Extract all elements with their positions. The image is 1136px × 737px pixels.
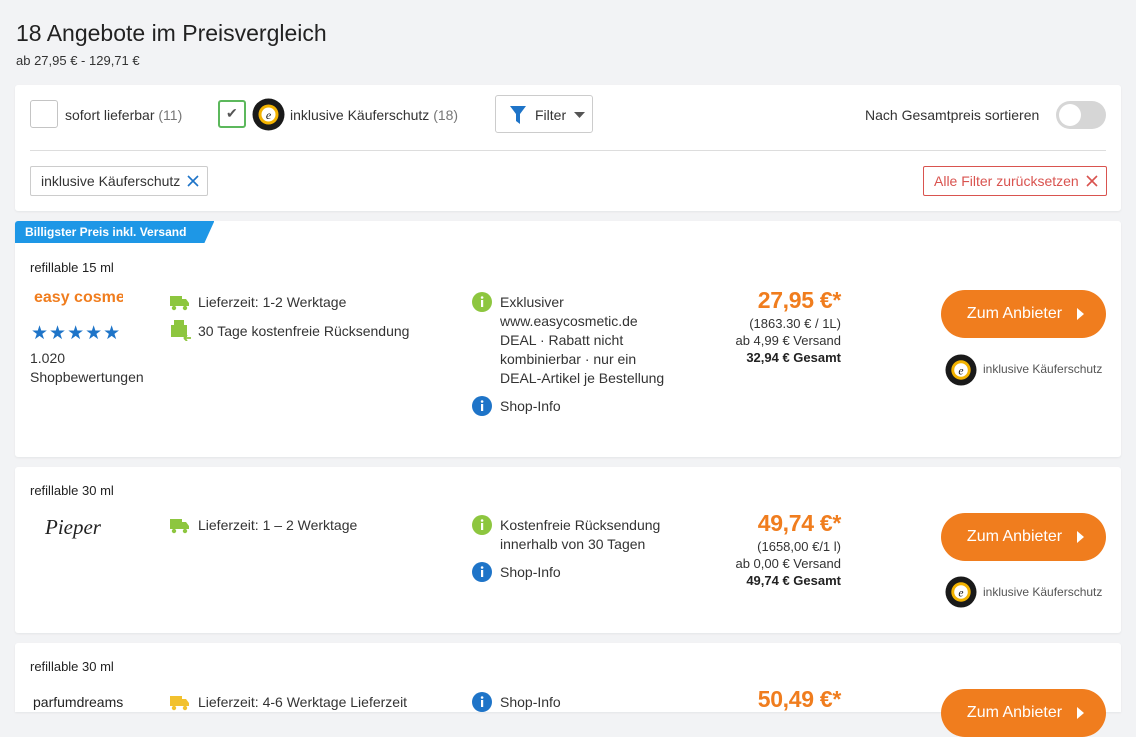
delivery-truck-icon — [170, 519, 189, 534]
shop-info-link[interactable]: Shop-Info — [500, 397, 561, 416]
active-filter-chip-label: inklusive Käuferschutz — [41, 173, 181, 189]
delivery-truck-icon — [170, 296, 189, 311]
info-icon — [472, 562, 492, 582]
svg-text:e: e — [958, 364, 963, 377]
shop-info-link[interactable]: Shop-Info — [500, 563, 561, 582]
reset-filters-button[interactable]: Alle Filter zurücksetzen — [923, 166, 1107, 196]
rating-label: Shopbewertungen — [30, 369, 144, 385]
shop-info-link[interactable]: Shop-Info — [500, 693, 561, 712]
protection-label: inklusive Käuferschutz — [983, 362, 1103, 376]
shop-logo-text: easy cosmetic — [34, 289, 123, 306]
offer-card: Billigster Preis inkl. Versand refillabl… — [15, 221, 1121, 457]
offer-card: refillable 30 ml Pieper Lieferzeit: 1 – … — [15, 467, 1121, 633]
funnel-icon — [510, 106, 526, 124]
zum-anbieter-button[interactable]: Zum Anbieter — [941, 513, 1106, 561]
rating-count: 1.020 — [30, 350, 66, 366]
price-block: 49,74 €* (1658,00 €/1 l) ab 0,00 € Versa… — [601, 510, 841, 588]
sort-toggle[interactable] — [1056, 101, 1106, 129]
parfumdreams-logo[interactable]: parfumdreams — [33, 694, 123, 710]
svg-text:e: e — [958, 586, 963, 599]
rating-stars: ★★★★★ — [31, 323, 122, 344]
offer-variant: refillable 30 ml — [30, 659, 114, 674]
info-icon — [472, 515, 492, 535]
unit-price: (1658,00 €/1 l) — [757, 539, 841, 554]
protection-label: inklusive Käuferschutz — [983, 585, 1103, 599]
reset-filters-label: Alle Filter zurücksetzen — [934, 173, 1079, 189]
filter-button[interactable]: Filter — [495, 95, 593, 133]
active-filter-chip[interactable]: inklusive Käuferschutz — [30, 166, 209, 196]
rating-info[interactable]: 1.020 Shopbewertungen — [30, 349, 144, 387]
trusted-shops-seal-icon: e — [252, 98, 285, 131]
trusted-shops-seal-icon: e — [945, 354, 977, 386]
close-icon[interactable] — [186, 174, 200, 188]
trusted-shops-seal-icon: e — [945, 576, 977, 608]
return-box-icon — [171, 320, 191, 341]
sofort-lieferbar-checkbox[interactable] — [30, 100, 58, 128]
sofort-lieferbar-label[interactable]: sofort lieferbar (11) — [65, 107, 182, 123]
cheapest-price-ribbon: Billigster Preis inkl. Versand — [15, 221, 214, 243]
close-icon — [1086, 175, 1098, 187]
info-icon — [472, 692, 492, 712]
price-range: ab 27,95 € - 129,71 € — [16, 53, 140, 68]
price-block: 27,95 €* (1863.30 € / 1L) ab 4,99 € Vers… — [601, 287, 841, 365]
page-title: 18 Angebote im Preisvergleich — [16, 20, 327, 46]
shipping-cost: ab 4,99 € Versand — [735, 333, 841, 348]
filter-bar: sofort lieferbar (11) e inklusive Käufer… — [15, 85, 1121, 211]
delivery-time: Lieferzeit: 4-6 Werktage Lieferzeit — [198, 694, 408, 710]
unit-price: (1863.30 € / 1L) — [749, 316, 841, 331]
svg-text:e: e — [266, 108, 272, 122]
free-returns: 30 Tage kostenfreie Rücksendung — [198, 323, 410, 339]
filter-button-label: Filter — [535, 107, 567, 123]
kaeuferschutz-label[interactable]: inklusive Käuferschutz (18) — [290, 107, 458, 123]
total-price: 32,94 € Gesamt — [746, 350, 841, 365]
pieper-logo[interactable]: Pieper — [45, 515, 101, 540]
price: 27,95 €* — [757, 287, 842, 313]
delivery-time: Lieferzeit: 1 – 2 Werktage — [198, 517, 358, 533]
delivery-time: Lieferzeit: 1-2 Werktage — [198, 294, 347, 310]
sort-label: Nach Gesamtpreis sortieren — [865, 107, 1040, 123]
delivery-truck-icon — [170, 696, 189, 711]
price: 49,74 €* — [757, 510, 842, 536]
offer-card: refillable 30 ml parfumdreams Lieferzeit… — [15, 643, 1121, 737]
kaeuferschutz-checkbox[interactable] — [218, 100, 246, 128]
easycosmetic-logo[interactable]: easy cosmetic — [33, 289, 123, 319]
price-block: 50,49 €* — [601, 686, 842, 713]
info-icon — [472, 292, 492, 312]
info-icon — [472, 396, 492, 416]
zum-anbieter-button[interactable]: Zum Anbieter — [941, 689, 1106, 737]
divider — [30, 150, 1106, 151]
shipping-cost: ab 0,00 € Versand — [735, 556, 841, 571]
offer-variant: refillable 30 ml — [30, 483, 114, 498]
caret-down-icon — [574, 112, 585, 118]
offer-variant: refillable 15 ml — [30, 260, 114, 275]
total-price: 49,74 € Gesamt — [746, 573, 841, 588]
price: 50,49 €* — [757, 686, 842, 712]
zum-anbieter-button[interactable]: Zum Anbieter — [941, 290, 1106, 338]
